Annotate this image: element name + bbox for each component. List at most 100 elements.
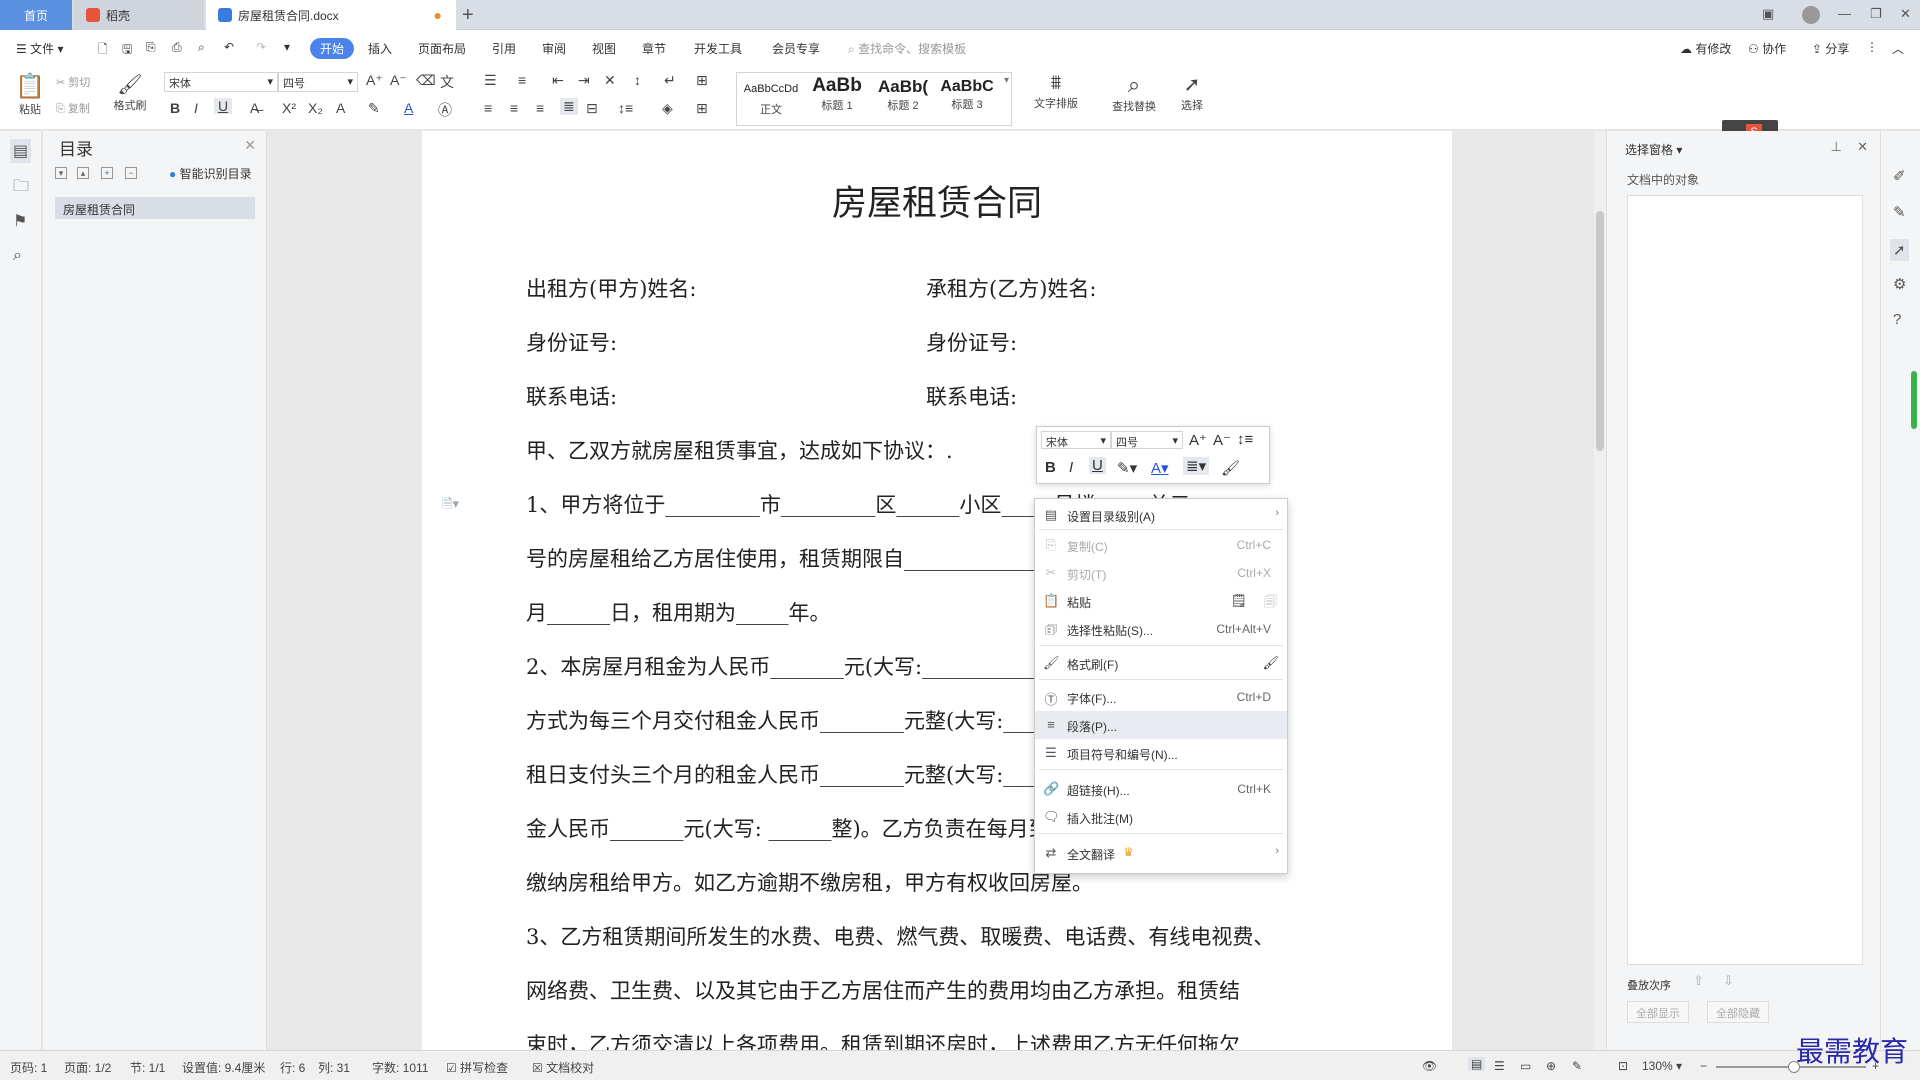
share-button[interactable]: ⇪ 分享 [1812, 40, 1849, 57]
paste-text-only-icon[interactable]: 🗐 [1264, 593, 1277, 615]
menu-item-paste-special[interactable]: 🗊 选择性粘贴(S)... Ctrl+Alt+V [1035, 615, 1287, 643]
strikethrough-icon[interactable]: A̶ [250, 100, 259, 116]
print-preview-icon[interactable]: ⌕ [198, 40, 205, 55]
italic-icon[interactable]: I [194, 100, 198, 116]
tab-insert[interactable]: 插入 [368, 40, 392, 57]
minimize-icon[interactable]: — [1838, 6, 1851, 21]
close-icon[interactable]: ✕ [1900, 6, 1911, 22]
status-page-number[interactable]: 页码: 1 [10, 1059, 47, 1076]
numbering-icon[interactable]: ≡ [518, 72, 526, 88]
status-setting[interactable]: 设置值: 9.4厘米 [182, 1059, 265, 1076]
paragraph-handle-icon[interactable]: 🗎▾ [442, 495, 459, 517]
font-color-icon[interactable]: A [404, 100, 413, 116]
highlight-icon[interactable]: ✎▾ [1117, 459, 1137, 477]
send-backward-icon[interactable]: ⇩ [1723, 973, 1734, 989]
bring-forward-icon[interactable]: ⇧ [1693, 973, 1704, 989]
edit-icon[interactable]: ✎ [1893, 203, 1906, 221]
line-spacing-icon[interactable]: ↕≡ [1237, 431, 1253, 448]
chinese-layout-icon[interactable]: ✕ [604, 72, 616, 89]
show-marks-icon[interactable]: ↵ [664, 72, 676, 89]
fit-page-icon[interactable]: ⊡ [1618, 1059, 1628, 1073]
menu-item-toc-level[interactable]: ▤ 设置目录级别(A) › [1035, 501, 1287, 529]
underline-icon[interactable]: U [1089, 457, 1106, 474]
distributed-icon[interactable]: ⊟ [586, 100, 598, 117]
shrink-font-icon[interactable]: A⁻ [1213, 431, 1231, 449]
mini-size-select[interactable]: 四号 ▾ [1111, 431, 1183, 449]
toc-up-icon[interactable]: ▴ [77, 167, 89, 179]
close-icon[interactable]: ✕ [1857, 139, 1868, 155]
tab-developer[interactable]: 开发工具 [694, 40, 742, 57]
menu-item-insert-comment[interactable]: 🗨 插入批注(M) [1035, 803, 1287, 831]
scroll-thumb[interactable] [1596, 211, 1604, 451]
document-page[interactable]: 房屋租赁合同 出租方(甲方)姓名: 承租方(乙方)姓名: 身份证号: 身份证号:… [422, 131, 1452, 1050]
style-heading-3[interactable]: AaBbC 标题 3 [935, 75, 999, 123]
vertical-scrollbar[interactable] [1594, 131, 1606, 1050]
new-tab-icon[interactable]: + [462, 4, 474, 27]
page-view-icon[interactable]: ▤ [1468, 1057, 1486, 1071]
tab-document[interactable]: 房屋租赁合同.docx ● [206, 0, 456, 30]
find-replace-button[interactable]: ⌕ 查找替换 [1104, 72, 1164, 114]
toc-collapse-icon[interactable]: ▾ [55, 167, 67, 179]
style-icon[interactable]: ✐ [1893, 167, 1906, 185]
eye-protect-icon[interactable]: 👁 [1422, 1059, 1437, 1073]
pen-view-icon[interactable]: ✎ [1572, 1059, 1582, 1073]
style-normal[interactable]: AaBbCcDd 正文 [739, 75, 803, 123]
subscript-icon[interactable]: X₂ [308, 100, 323, 116]
cut-button[interactable]: ✂ 剪切 [56, 74, 90, 90]
close-icon[interactable]: ✕ [244, 137, 256, 154]
status-pages[interactable]: 页面: 1/2 [64, 1059, 111, 1076]
tab-section[interactable]: 章节 [642, 40, 666, 57]
collaborate-button[interactable]: ⚇ 协作 [1748, 40, 1786, 57]
tab-home[interactable]: 首页 [0, 0, 72, 30]
quick-access-dropdown-icon[interactable]: ▾ [284, 40, 290, 54]
status-section[interactable]: 节: 1/1 [130, 1059, 165, 1076]
zoom-out-icon[interactable]: − [1700, 1059, 1707, 1073]
help-icon[interactable]: ? [1893, 311, 1901, 328]
menu-item-cut[interactable]: ✂ 剪切(T) Ctrl+X [1035, 559, 1287, 587]
tab-references[interactable]: 引用 [492, 40, 516, 57]
borders-icon[interactable]: ⊞ [696, 100, 708, 117]
paste-button[interactable]: 📋 粘贴 [12, 72, 48, 117]
hide-all-button[interactable]: 全部隐藏 [1707, 1001, 1769, 1023]
justify-icon[interactable]: ≣ [560, 98, 578, 115]
toc-pane-icon[interactable]: ▤ [10, 139, 32, 163]
text-effect-icon[interactable]: A [336, 100, 345, 116]
selection-pane-title[interactable]: 选择窗格 ▾ [1625, 141, 1682, 158]
smart-toc-button[interactable]: ● 智能识别目录 [169, 165, 252, 182]
align-left-icon[interactable]: ≡ [484, 100, 492, 116]
new-icon[interactable]: 🗋 [98, 40, 108, 61]
shrink-font-icon[interactable]: A⁻ [390, 72, 407, 89]
pin-icon[interactable]: ⊥ [1831, 139, 1842, 155]
format-painter-button[interactable]: 🖌 格式刷 [110, 72, 150, 113]
more-icon[interactable]: ⋮ [1866, 40, 1878, 54]
align-center-icon[interactable]: ≡ [510, 100, 518, 116]
grow-font-icon[interactable]: A⁺ [1189, 431, 1207, 449]
font-select[interactable]: 宋体 ▾ [164, 72, 278, 92]
menu-item-hyperlink[interactable]: 🔗 超链接(H)... Ctrl+K [1035, 775, 1287, 803]
spell-check-button[interactable]: ☑ 拼写检查 [446, 1059, 508, 1076]
search-icon[interactable]: ⌕ [13, 247, 22, 265]
bold-icon[interactable]: B [1045, 459, 1056, 476]
tab-member[interactable]: 会员专享 [772, 40, 820, 57]
sort-icon[interactable]: ↕ [634, 72, 641, 88]
reading-view-icon[interactable]: ▭ [1520, 1059, 1531, 1073]
menu-item-copy[interactable]: ⎘ 复制(C) Ctrl+C [1035, 531, 1287, 559]
tab-view[interactable]: 视图 [592, 40, 616, 57]
format-painter-icon[interactable]: 🖌 [1221, 459, 1240, 477]
export-icon[interactable]: ⎘ [146, 40, 156, 55]
style-heading-1[interactable]: AaBb 标题 1 [805, 75, 869, 123]
toc-add-icon[interactable]: + [101, 167, 113, 179]
status-word-count[interactable]: 字数: 1011 [372, 1059, 428, 1076]
copy-button[interactable]: ⎘ 复制 [56, 100, 90, 116]
text-layout-button[interactable]: ⩩ 文字排版 [1026, 72, 1086, 111]
restore-icon[interactable]: ❐ [1870, 6, 1882, 22]
objects-list[interactable] [1627, 195, 1863, 965]
selection-cursor-icon[interactable]: ➚ [1890, 239, 1909, 261]
format-painter-lock-icon[interactable]: 🖌 [1262, 655, 1279, 671]
tab-review[interactable]: 审阅 [542, 40, 566, 57]
settings-sliders-icon[interactable]: ⚙ [1893, 275, 1906, 293]
toc-item[interactable]: 房屋租赁合同 [55, 197, 255, 219]
paste-keep-format-icon[interactable]: 🗒 [1230, 593, 1247, 609]
underline-icon[interactable]: U [214, 98, 233, 114]
revisions-button[interactable]: ☁ 有修改 [1680, 40, 1731, 57]
